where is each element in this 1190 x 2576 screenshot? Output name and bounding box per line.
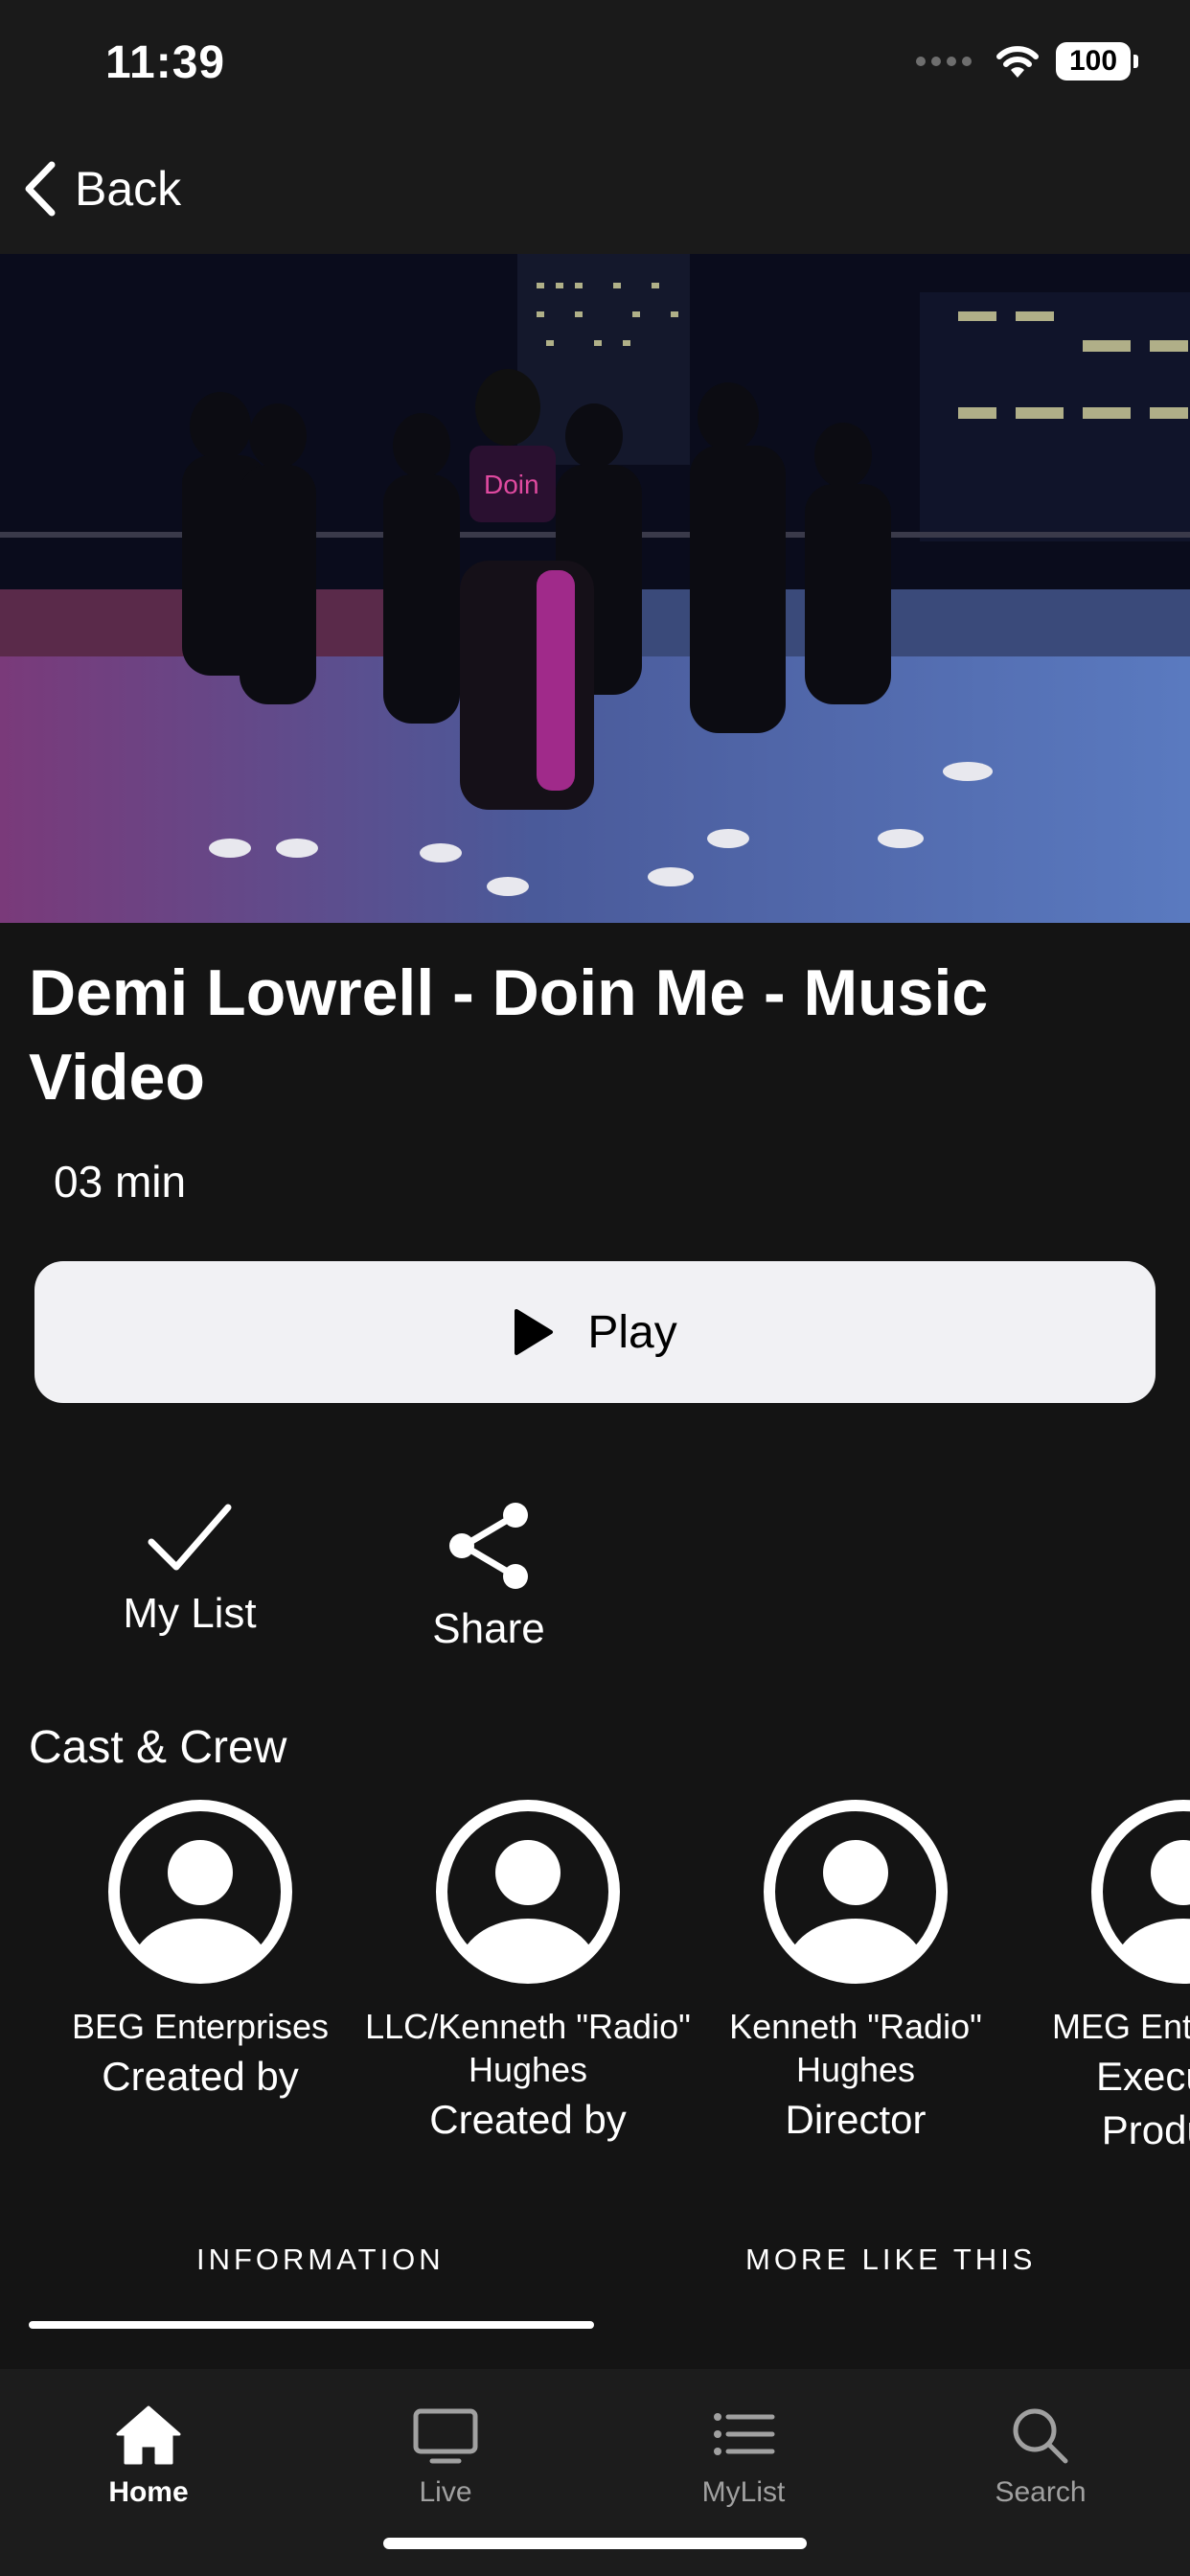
cast-crew-title: Cast & Crew xyxy=(29,1722,287,1773)
detail-tabs: INFORMATION MORE LIKE THIS xyxy=(0,2223,1190,2367)
tv-icon xyxy=(413,2408,478,2464)
cast-member-name: MEG Enterprises xyxy=(1051,2007,1190,2046)
bottom-nav-home[interactable]: Home xyxy=(53,2404,244,2509)
home-icon xyxy=(116,2405,181,2465)
bottom-nav-mylist-label: MyList xyxy=(701,2476,786,2508)
svg-text:Doin: Doin xyxy=(484,470,539,499)
avatar-placeholder-icon xyxy=(764,1800,948,1984)
cast-member-role: Created by xyxy=(429,2097,627,2142)
active-tab-indicator xyxy=(29,2321,594,2329)
cast-member[interactable]: LLC/Kenneth "Radio" Hughes Created by xyxy=(364,1798,692,2147)
home-indicator xyxy=(383,2538,807,2549)
status-time: 11:39 xyxy=(105,37,226,88)
cellular-signal-icon xyxy=(916,57,972,66)
wifi-icon xyxy=(996,46,1039,78)
play-label: Play xyxy=(587,1306,677,1358)
search-icon xyxy=(1013,2408,1068,2464)
list-icon xyxy=(714,2413,775,2455)
my-list-label: My List xyxy=(123,1590,257,1637)
cast-crew-list[interactable]: BEG Enterprises Created by LLC/Kenneth "… xyxy=(0,1798,1190,2162)
cast-member[interactable]: Kenneth "Radio" Hughes Director xyxy=(692,1798,1019,2147)
video-thumbnail-image: Doin xyxy=(0,254,1190,923)
back-label: Back xyxy=(75,162,182,216)
status-bar: 11:39 100 xyxy=(0,0,1190,134)
video-thumbnail[interactable]: Doin xyxy=(0,254,1190,923)
status-icons: 100 xyxy=(916,42,1138,80)
nav-bar: Back xyxy=(0,134,1190,254)
cast-member[interactable]: MEG Enterprises Executive Producer xyxy=(1019,1798,1190,2157)
share-icon xyxy=(449,1503,528,1589)
bottom-nav-live-label: Live xyxy=(419,2476,472,2508)
avatar-placeholder-icon xyxy=(1091,1800,1190,1984)
back-button[interactable]: Back xyxy=(21,161,181,217)
cast-member-role: Created by xyxy=(102,2054,299,2099)
bottom-nav-search-label: Search xyxy=(995,2476,1087,2508)
cast-member-name: LLC/Kenneth "Radio" Hughes xyxy=(365,2007,691,2089)
share-label: Share xyxy=(432,1605,545,1652)
cast-member-name: Kenneth "Radio" Hughes xyxy=(729,2007,982,2089)
avatar-placeholder-icon xyxy=(108,1800,292,1984)
share-button[interactable]: Share xyxy=(412,1500,565,1653)
battery-indicator: 100 xyxy=(1056,42,1138,80)
cast-member-name: BEG Enterprises xyxy=(71,2007,330,2046)
bottom-nav-mylist[interactable]: MyList xyxy=(648,2404,839,2509)
video-title: Demi Lowrell - Doin Me - Music Video xyxy=(29,956,989,1114)
chevron-left-icon xyxy=(25,161,56,217)
cast-member-role: Director xyxy=(785,2097,927,2142)
my-list-button[interactable]: My List xyxy=(113,1500,266,1638)
bottom-nav-home-label: Home xyxy=(108,2476,189,2508)
cast-member[interactable]: BEG Enterprises Created by xyxy=(36,1798,364,2104)
avatar-placeholder-icon xyxy=(436,1800,620,1984)
tab-more-like-this[interactable]: MORE LIKE THIS xyxy=(745,2242,1037,2277)
bottom-nav-live[interactable]: Live xyxy=(350,2404,541,2509)
checkmark-icon xyxy=(148,1504,232,1571)
cast-member-role: Executive Producer xyxy=(1095,2054,1190,2152)
play-icon xyxy=(515,1309,554,1355)
video-duration: 03 min xyxy=(54,1157,187,1207)
tab-information[interactable]: INFORMATION xyxy=(196,2242,445,2277)
play-button[interactable]: Play xyxy=(34,1261,1156,1403)
bottom-nav-search[interactable]: Search xyxy=(945,2404,1136,2509)
